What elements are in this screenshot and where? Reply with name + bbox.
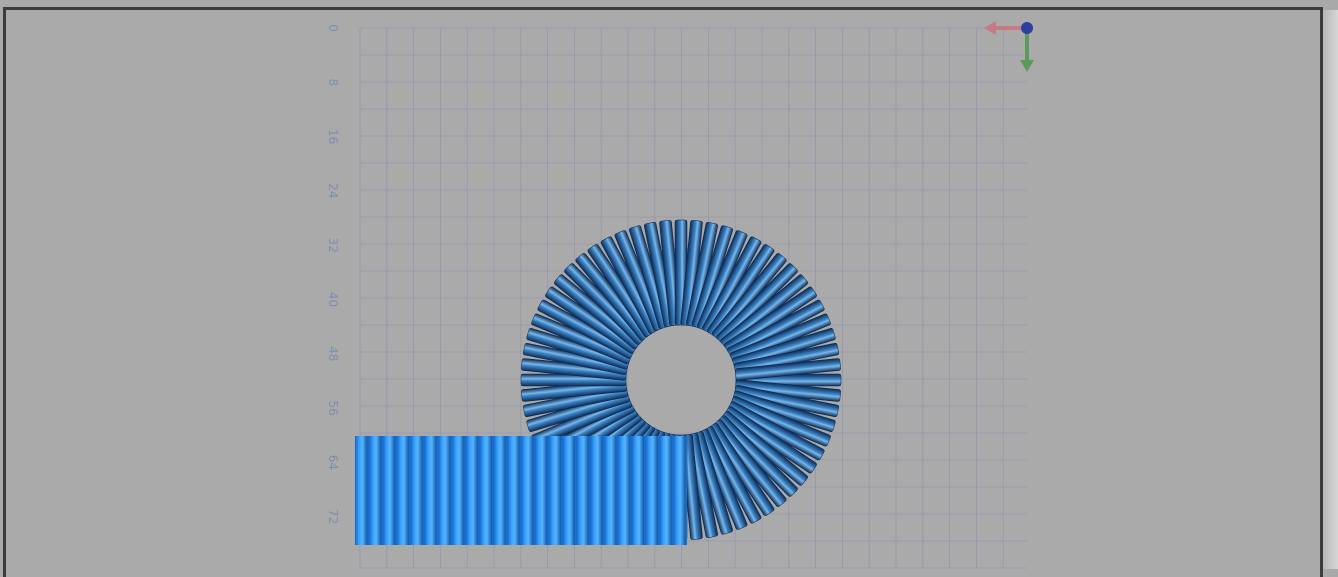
bar-column	[355, 436, 368, 545]
ruler-tick-label: 64	[326, 455, 340, 470]
ruler-tick-label: 40	[326, 292, 340, 307]
ruler-tick-label: 24	[326, 183, 340, 198]
ruler-tick-label: 56	[326, 400, 340, 415]
bar-column	[424, 436, 437, 545]
bar-column	[438, 436, 451, 545]
scene-canvas[interactable]: 0 8 16 24 32 40 48 56 64 72	[0, 0, 1338, 569]
bar-column	[576, 436, 589, 545]
bar-column	[590, 436, 603, 545]
vertical-ruler: 0 8 16 24 32 40 48 56 64 72	[326, 24, 340, 524]
ring-hole	[628, 327, 734, 433]
bar-column	[410, 436, 423, 545]
bar-column	[631, 436, 644, 545]
bar-column	[396, 436, 409, 545]
ruler-tick-label: 8	[326, 78, 340, 86]
bar-column	[659, 436, 672, 545]
bar-column	[368, 436, 382, 545]
bar-column	[548, 436, 561, 545]
ruler-tick-label: 32	[326, 238, 340, 253]
x-axis-arrowhead	[984, 21, 996, 35]
bar-column	[479, 436, 492, 545]
bar-column	[562, 436, 575, 545]
gizmo-origin	[1021, 22, 1033, 34]
bar-column	[507, 436, 520, 545]
bar-column	[534, 436, 548, 545]
ruler-tick-label: 0	[326, 24, 340, 32]
bar-column	[673, 436, 686, 545]
ruler-tick-label: 48	[326, 346, 340, 361]
bar-column	[382, 436, 395, 545]
bar-column	[604, 436, 617, 545]
bar-column	[645, 436, 658, 545]
bar-column	[617, 436, 631, 545]
ruler-tick-label: 16	[326, 129, 340, 144]
bar-column	[451, 436, 465, 545]
bar-column	[465, 436, 478, 545]
bar-column	[493, 436, 506, 545]
vertical-bar-block[interactable]	[355, 436, 687, 545]
bar-column	[521, 436, 534, 545]
y-axis-arrowhead	[1020, 60, 1034, 72]
axis-gizmo[interactable]	[984, 21, 1034, 72]
ruler-tick-label: 72	[326, 509, 340, 524]
